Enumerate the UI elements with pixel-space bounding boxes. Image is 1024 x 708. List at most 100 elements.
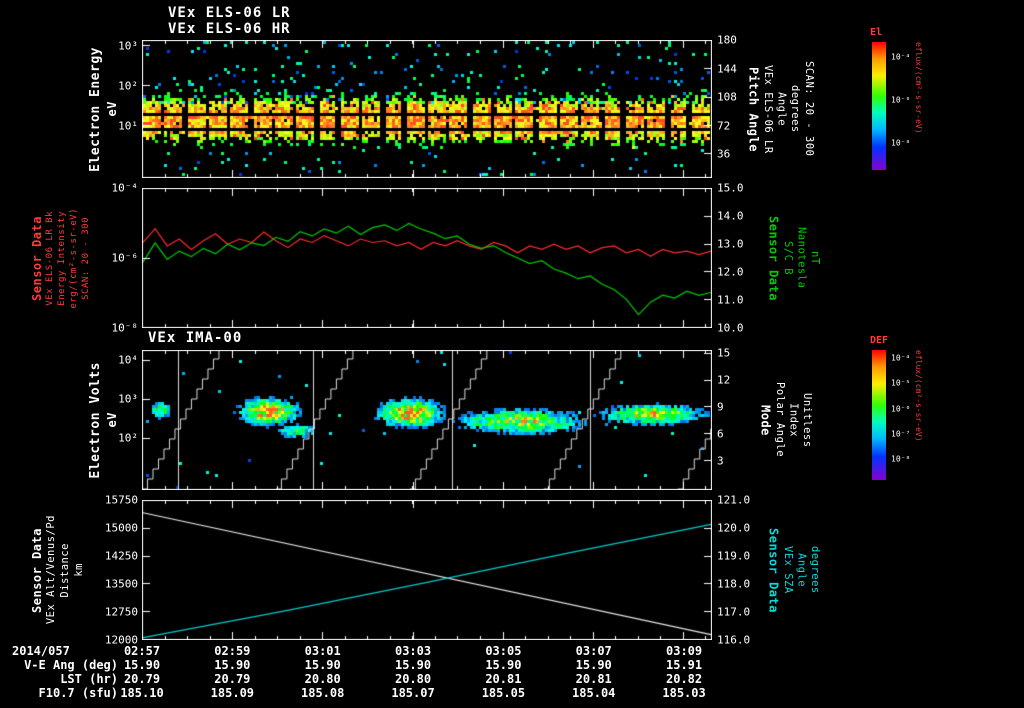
intensity-y2-axis-label-line: S/C B [781,240,794,276]
ima-title: VEx IMA-00 [148,330,243,346]
intensity-y-axis-unit: erg/(cm²-s-sr-eV) [68,207,79,309]
bottom-row-value: 20.80 [304,672,341,686]
ima-y2-axis-unit: Unitless [801,392,814,448]
els-colorbar: El eflux/(cm²-s-sr-eV) [870,27,932,170]
intensity-y-axis-label-line: Sensor Data [30,215,44,301]
y2-axis-tick-label: 6 [717,427,724,441]
y2-axis-tick-label: 15 [717,346,731,360]
y2-axis-tick-label: 117.0 [717,605,751,619]
bottom-row-value: 185.08 [301,686,345,700]
altitude-sza-canvas [142,500,712,640]
intensity-y2-axis-unit: nT [809,251,822,265]
time-tick-label: 02:59 [214,644,251,658]
ima-colorbar: DEF eflux/(cm²-s-sr-eV) [870,335,932,480]
y2-axis-tick-label: 10.0 [717,321,744,335]
els-y-axis-label: Electron Energy eV [88,40,119,178]
y2-axis-tick-label: 12 [717,373,731,387]
y2-axis-tick-label: 120.0 [717,521,751,535]
bottom-row-value: 20.80 [394,672,432,686]
y-axis-tick-label: 12750 [104,605,138,619]
els-title-hr: VEx ELS-06 HR [168,21,291,37]
intensity-bfield-canvas [142,188,712,328]
y2-axis-tick-label: 72 [717,119,731,133]
y2-axis-tick-label: 15.0 [717,181,744,195]
bottom-row-label: LST (hr) [60,672,118,686]
y2-axis-tick-label: 9 [717,400,724,414]
bottom-row-value: 15.90 [575,658,612,672]
bottom-row-value: 20.82 [666,672,703,686]
y-axis-tick-label: 14250 [104,549,138,563]
intensity-y-axis-label-line: VEx ELS-06 LR Bk [45,210,56,306]
y2-axis-tick-label: 13.0 [717,237,744,251]
bottom-row-value: 185.05 [481,686,526,700]
els-y2-axis-label-line: Pitch Angle [746,66,761,152]
bottom-row-value: 15.90 [304,658,341,672]
ima-y2-axis-label-line: Mode [758,404,773,436]
bottom-row-value: 185.07 [391,686,435,700]
y2-axis-tick-label: 116.0 [717,633,751,647]
y-axis-tick-label: 15750 [104,493,138,507]
time-tick-label: 03:03 [394,644,432,658]
time-tick-label: 03:07 [575,644,612,658]
ima-y-axis-unit: eV [104,412,119,428]
bottom-row-value: 185.09 [210,686,255,700]
intensity-y-axis-label-line: SCAN: 20 - 300 [80,216,91,300]
y2-axis-tick-label: 36 [717,147,731,161]
bottom-row-value: 20.79 [214,672,251,686]
bottom-row-value: 15.90 [485,658,522,672]
y-axis-tick-label: 15000 [104,521,138,535]
bottom-row-value: 15.90 [394,658,432,672]
intensity-y2-axis-label-line: Sensor Data [766,215,781,301]
els-y-axis-unit: eV [104,101,119,117]
date-label: 2014/057 [12,644,70,658]
intensity-y-axis-label: Sensor Data VEx ELS-06 LR Bk Energy Inte… [30,188,92,328]
y2-axis-tick-label: 12.0 [717,265,744,279]
y2-axis-tick-label: 180 [717,33,737,47]
els-y2-axis-label-line: Angle [775,91,788,127]
bottom-row-value: 185.10 [120,686,164,700]
bottom-row-value: 15.90 [214,658,251,672]
els-title-lr: VEx ELS-06 LR [168,5,291,21]
y2-axis-tick-label: 11.0 [717,293,744,307]
ima-spectrogram-canvas [142,350,712,490]
plot-window: VEx ELS-06 LR VEx ELS-06 HR VEx IMA-00 E… [0,0,1024,708]
els-y2-axis-label-line: VEx ELS-06 LR [761,64,774,154]
y-axis-tick-label: 13500 [104,577,138,591]
time-tick-label: 03:09 [666,644,703,658]
ima-colorbar-gradient [872,350,886,480]
y2-axis-tick-label: 144 [717,62,737,76]
altitude-y-axis-label-line: Distance [58,542,71,598]
bottom-row-value: 185.03 [662,686,706,700]
intensity-y2-axis-label-line: Nanotesla [795,227,808,289]
bottom-row-value: 15.90 [123,658,161,672]
y2-axis-tick-label: 3 [717,454,724,468]
els-y-axis-label-line: Electron Energy [88,46,103,172]
altitude-y2-axis-label-line: VEx SZA [781,546,794,594]
bottom-row-value: 20.81 [575,672,612,686]
bottom-row-value: 15.91 [666,658,703,672]
ima-y2-axis-label-line: Polar Angle [773,382,786,458]
els-spectrogram-canvas [142,40,712,178]
bottom-row-value: 20.79 [123,672,161,686]
ima-y-axis-label: Electron Volts eV [88,350,119,490]
ima-colorbar-unit-label: eflux/(cm²-s-sr-eV) [914,350,923,442]
y-axis-tick-label: 12000 [104,633,138,647]
intensity-y-axis-label-line: Energy Intensity [57,210,68,306]
els-colorbar-unit-label: eflux/(cm²-s-sr-eV) [914,42,923,134]
time-tick-label: 03:05 [485,644,522,658]
time-tick-label: 03:01 [304,644,341,658]
time-tick-label: 02:57 [123,644,161,658]
y2-axis-tick-label: 14.0 [717,209,744,223]
y2-axis-tick-label: 121.0 [717,493,751,507]
altitude-y2-axis-label-line: Angle [795,552,808,588]
ima-y2-axis-label: Mode Polar Angle Index Unitless [758,350,813,490]
altitude-y-axis-unit: km [72,563,85,577]
els-y2-axis-unit: degrees [789,85,802,133]
altitude-y-axis-label-line: Sensor Data [30,527,44,613]
y2-axis-tick-label: 108 [717,90,737,104]
ima-y-axis-label-line: Electron Volts [88,361,103,479]
y2-axis-tick-label: 118.0 [717,577,751,591]
altitude-y2-axis-label: Sensor Data VEx SZA Angle degrees [766,500,821,640]
altitude-y2-axis-unit: degrees [809,546,822,594]
ima-colorbar-title: DEF [870,335,889,346]
